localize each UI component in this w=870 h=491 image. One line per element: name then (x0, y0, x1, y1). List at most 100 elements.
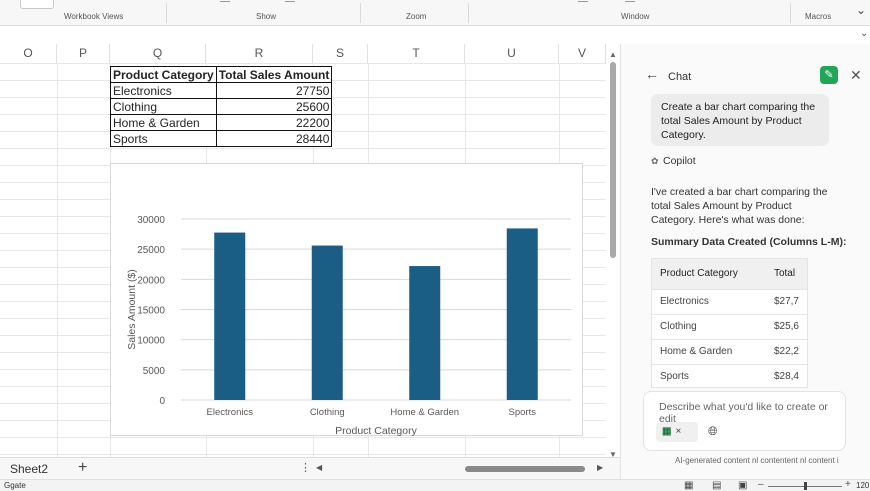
table-row: Home & Garden $22,2 (652, 339, 807, 365)
table-row: Clothing $25,6 (652, 314, 807, 340)
chat-input-box[interactable]: Describe what you'd like to create or ed… (643, 391, 846, 451)
table-cell[interactable]: Clothing (110, 98, 217, 115)
table-cell[interactable]: 28440 (215, 130, 333, 147)
ribbon-group-zoom: Zoom (406, 12, 427, 21)
web-search-globe-icon[interactable]: 🌐︎ (708, 424, 718, 439)
zoom-slider-thumb[interactable] (804, 482, 807, 490)
summary-cell: $28,4 (765, 364, 807, 387)
y-tick-label: 20000 (137, 275, 165, 286)
table-row: Sports 28440 (110, 130, 333, 147)
x-tick-label: Home & Garden (390, 407, 459, 418)
summary-header-cell: Total (765, 259, 807, 290)
bar-chart[interactable]: Total Sales Amount by Product Category05… (110, 163, 583, 437)
column-header-q[interactable]: Q (110, 44, 206, 63)
pane-title: Chat (668, 71, 692, 83)
scroll-left-arrow-icon[interactable]: ◀ (316, 463, 322, 472)
table-cell[interactable]: Electronics (110, 82, 217, 99)
y-tick-label: 15000 (137, 306, 165, 317)
x-axis-label: Product Category (335, 425, 417, 437)
table-header-row: Product Category Total Sales Amount (110, 66, 333, 83)
more-options-icon[interactable]: ⋮ (300, 461, 311, 474)
copilot-pane: ← Chat ✎ ✕ Create a bar chart comparing … (620, 44, 870, 479)
table-header-cell[interactable]: Product Category (110, 66, 217, 83)
add-sheet-button[interactable]: + (78, 458, 87, 480)
back-arrow-icon[interactable]: ← (645, 66, 659, 82)
table-header-cell[interactable]: Total Sales Amount (215, 66, 333, 83)
vertical-scrollbar[interactable]: ▲ ▼ (606, 50, 620, 461)
chart-canvas: Total Sales Amount by Product Category05… (126, 215, 571, 437)
workbook-attachment-chip[interactable]: ▦ × (656, 422, 698, 442)
bar-clothing (311, 245, 343, 400)
page-break-preview-icon[interactable]: ▣ (738, 480, 747, 491)
remove-attachment-icon[interactable]: × (675, 426, 681, 437)
table-row: Electronics 27750 (110, 82, 333, 99)
horizontal-scroll-thumb[interactable] (465, 466, 585, 472)
table-cell[interactable]: Sports (110, 130, 217, 147)
page-layout-view-icon[interactable]: ▤ (712, 480, 721, 491)
sales-data-table[interactable]: Product Category Total Sales Amount Elec… (110, 66, 333, 147)
ribbon-window-control[interactable] (578, 1, 588, 2)
ribbon-separator (468, 3, 469, 23)
summary-table: Product Category Total Electronics $27,7… (652, 259, 807, 387)
row-gridline (0, 148, 606, 149)
compose-icon: ✎ (824, 69, 834, 81)
user-message-bubble: Create a bar chart comparing the total S… (651, 94, 829, 146)
scroll-right-arrow-icon[interactable]: ▶ (597, 463, 603, 472)
ribbon-separator (790, 3, 791, 23)
table-cell[interactable]: 22200 (215, 114, 333, 131)
sheet-tab-sheet2[interactable]: Sheet2 (0, 458, 60, 480)
ribbon-group-show: Show (256, 12, 277, 21)
table-row: Clothing 25600 (110, 98, 333, 115)
normal-view-icon[interactable]: ▦ (684, 480, 693, 491)
ribbon-window-control[interactable] (625, 1, 635, 2)
y-tick-label: 25000 (137, 245, 165, 256)
summary-cell: Sports (652, 364, 766, 387)
formula-bar-expand-chevron-icon[interactable]: ⌄ (860, 28, 868, 39)
table-cell[interactable]: Home & Garden (110, 114, 217, 131)
new-chat-button[interactable]: ✎ (820, 66, 838, 84)
column-header-v[interactable]: V (559, 44, 606, 63)
column-header-r[interactable]: R (206, 44, 313, 63)
column-header-p[interactable]: P (57, 44, 110, 63)
zoom-out-button[interactable]: – (758, 479, 764, 490)
y-tick-label: 30000 (137, 215, 165, 226)
worksheet-grid[interactable]: O P Q R S T U V Product Category Total S… (0, 44, 606, 457)
column-header-u[interactable]: U (465, 44, 559, 63)
y-tick-label: 10000 (137, 336, 165, 347)
ribbon-group-workbook-views: Workbook Views (64, 12, 124, 21)
table-cell[interactable]: 25600 (215, 98, 333, 115)
ribbon-group-macros: Macros (805, 12, 832, 21)
y-tick-label: 5000 (143, 366, 166, 377)
ribbon-show-control[interactable] (285, 1, 295, 2)
summary-table-container[interactable]: Product Category Total Electronics $27,7… (651, 258, 808, 388)
ribbon: Workbook Views Show Zoom Window Macros ⌄ (0, 0, 870, 26)
summary-cell: $25,6 (765, 314, 807, 340)
ribbon-view-button[interactable] (20, 0, 54, 9)
zoom-in-button[interactable]: + (845, 479, 851, 490)
ai-disclaimer: AI-generated content nl contentent nl co… (675, 456, 839, 465)
table-row: Home & Garden 22200 (110, 114, 333, 131)
column-header-t[interactable]: T (368, 44, 465, 63)
status-bar: Ggate ▦ ▤ ▣ – + 120 (0, 479, 870, 491)
vertical-scroll-thumb[interactable] (610, 62, 616, 258)
scroll-up-arrow-icon[interactable]: ▲ (609, 50, 617, 59)
column-header-o[interactable]: O (0, 44, 57, 63)
ribbon-separator (166, 3, 167, 23)
y-tick-label: 0 (159, 396, 165, 407)
x-tick-label: Electronics (207, 407, 254, 418)
excel-icon: ▦ (662, 426, 672, 437)
zoom-level[interactable]: 120 (856, 480, 869, 491)
assistant-name: Copilot (663, 155, 696, 167)
bar-sports (506, 228, 538, 400)
column-header-s[interactable]: S (313, 44, 368, 63)
assistant-response-text: I've created a bar chart comparing the t… (651, 186, 828, 226)
sheet-tab-bar: Sheet2 + ⋮ ◀ ▶ (0, 457, 620, 479)
table-cell[interactable]: 27750 (215, 82, 333, 99)
ribbon-group-window: Window (621, 12, 650, 21)
ribbon-separator (360, 3, 361, 23)
ribbon-options-chevron-icon[interactable]: ⌄ (856, 3, 866, 17)
ribbon-show-control[interactable] (220, 1, 230, 2)
close-icon[interactable]: ✕ (850, 67, 862, 84)
y-axis-label: Sales Amount ($) (126, 269, 138, 350)
summary-cell: Home & Garden (652, 339, 766, 365)
